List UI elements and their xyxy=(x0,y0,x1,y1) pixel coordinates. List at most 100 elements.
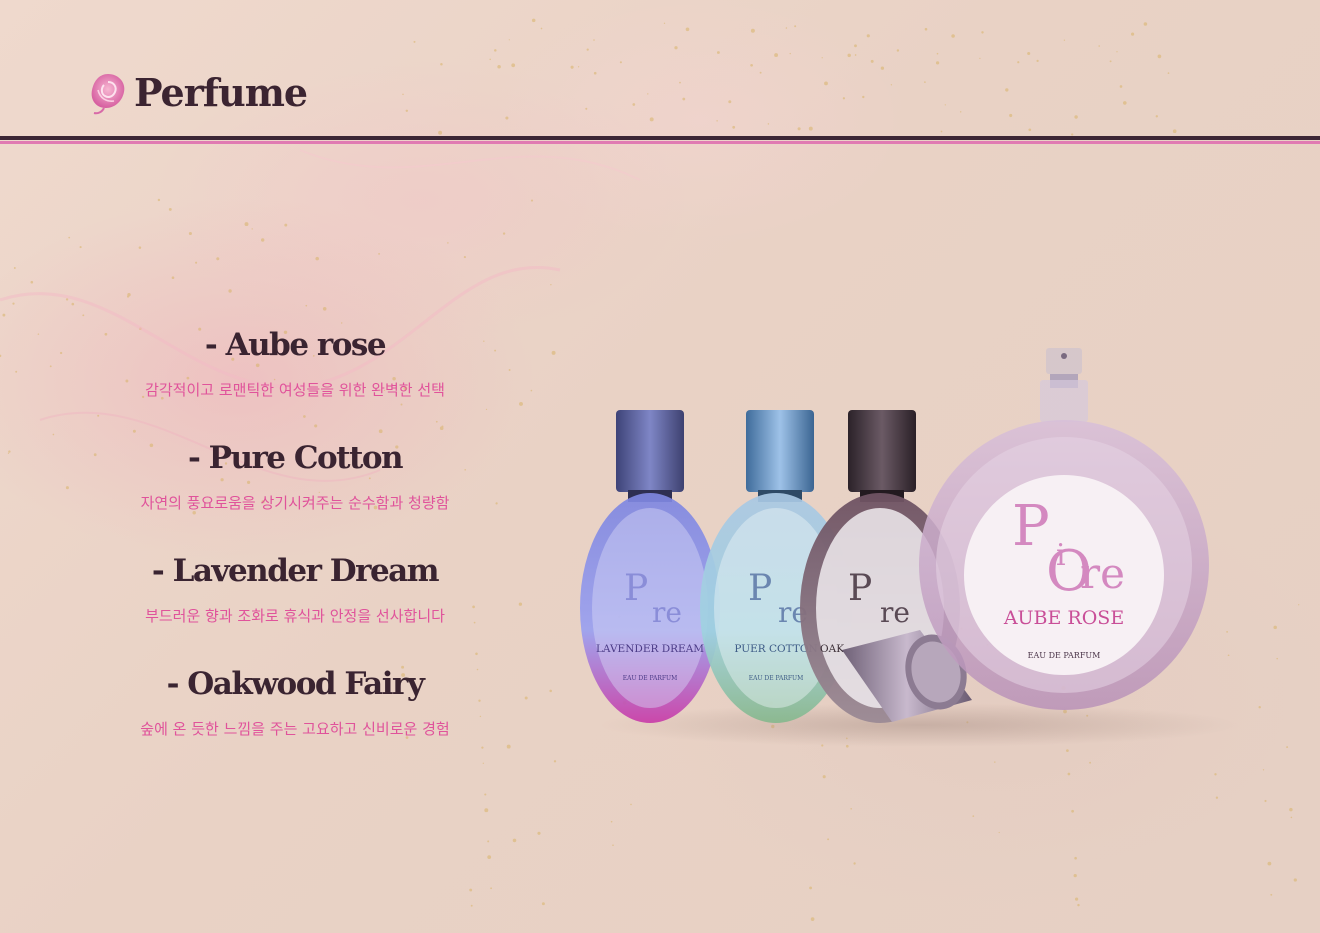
gold-speck xyxy=(244,222,249,227)
gold-speck xyxy=(487,855,492,859)
svg-text:P: P xyxy=(624,568,648,609)
gold-speck xyxy=(1258,705,1261,709)
gold-speck xyxy=(484,793,487,796)
gold-speck xyxy=(463,256,466,259)
gold-speck xyxy=(502,232,506,235)
product-name: - Oakwood Fairy xyxy=(166,666,425,702)
brand-name: Perfume xyxy=(134,69,308,115)
gold-speck xyxy=(530,199,534,202)
gold-speck xyxy=(512,838,517,843)
gold-speck xyxy=(1290,816,1293,819)
gold-speck xyxy=(260,238,265,242)
gold-speck xyxy=(822,775,826,779)
gold-speck xyxy=(68,236,71,239)
svg-text:EAU DE PARFUM: EAU DE PARFUM xyxy=(749,675,803,682)
gold-speck xyxy=(1074,897,1079,901)
gold-speck xyxy=(2,313,6,317)
product-description: 감각적이고 로맨틱한 여성들을 위한 완벽한 선택 xyxy=(145,381,445,399)
gold-speck xyxy=(524,696,528,700)
gold-speck xyxy=(322,306,327,311)
gold-speck xyxy=(994,761,996,763)
svg-text:EAU DE PARFUM: EAU DE PARFUM xyxy=(623,675,677,682)
gold-speck xyxy=(998,831,1000,834)
product-item: - Pure Cotton 자연의 풍요로움을 상기시켜주는 순수함과 청량함 xyxy=(90,433,500,546)
gold-speck xyxy=(126,295,130,298)
gold-speck xyxy=(487,840,490,843)
gold-speck xyxy=(549,689,552,693)
gold-speck xyxy=(1298,604,1300,606)
gold-speck xyxy=(1264,799,1267,803)
gold-speck xyxy=(1214,773,1217,776)
svg-text:EAU DE PARFUM: EAU DE PARFUM xyxy=(1028,651,1101,660)
gold-speck xyxy=(1267,861,1272,866)
gold-speck xyxy=(188,231,192,236)
gold-speck xyxy=(138,246,142,249)
product-name: - Lavender Dream xyxy=(151,553,440,589)
gold-speck xyxy=(630,803,632,806)
gold-speck xyxy=(7,452,10,454)
gold-speck xyxy=(157,198,161,202)
gold-speck xyxy=(1074,856,1077,860)
perfume-bottles-image: P re LAVENDER DREAM EAU DE PARFUM P re P… xyxy=(580,348,1240,747)
header-divider-pink xyxy=(0,141,1320,144)
gold-speck xyxy=(1089,761,1092,764)
svg-text:P: P xyxy=(1012,494,1050,559)
gold-speck xyxy=(506,744,511,749)
product-name: - Aube rose xyxy=(204,327,387,363)
gold-speck xyxy=(1293,878,1297,882)
product-name: - Pure Cotton xyxy=(187,440,404,476)
gold-speck xyxy=(551,350,556,355)
gold-speck xyxy=(82,314,85,317)
gold-speck xyxy=(8,450,11,453)
gold-speck xyxy=(553,760,557,763)
rose-icon xyxy=(91,74,125,115)
gold-speck xyxy=(541,902,545,906)
product-description: 숲에 온 듯한 느낌을 주는 고요하고 신비로운 경험 xyxy=(140,720,450,738)
aube-rose-bottle: P i O re AUBE ROSE EAU DE PARFUM xyxy=(919,348,1209,710)
gold-speck xyxy=(610,820,613,823)
gold-speck xyxy=(810,917,815,921)
page-header: Perfume xyxy=(0,0,1320,145)
gold-speck xyxy=(809,886,813,890)
gold-speck xyxy=(228,289,232,293)
gold-speck xyxy=(1077,903,1080,907)
gold-speck xyxy=(49,365,52,368)
svg-text:P: P xyxy=(848,568,872,609)
gold-speck xyxy=(59,351,63,355)
gold-speck xyxy=(0,354,2,358)
svg-text:P: P xyxy=(748,568,772,609)
gold-speck xyxy=(1286,746,1289,749)
gold-speck xyxy=(1273,625,1277,630)
gold-speck xyxy=(168,207,172,211)
gold-speck xyxy=(972,815,975,817)
gold-speck xyxy=(1276,657,1278,660)
gold-speck xyxy=(79,246,82,249)
gold-speck xyxy=(490,887,493,890)
svg-text:AUBE ROSE: AUBE ROSE xyxy=(1003,607,1124,629)
gold-speck xyxy=(171,276,175,280)
gold-speck xyxy=(71,302,75,306)
gold-speck xyxy=(537,831,541,835)
gold-speck xyxy=(447,242,449,244)
gold-speck xyxy=(1071,809,1074,813)
gold-speck xyxy=(1073,873,1077,878)
gold-speck xyxy=(1289,807,1293,812)
product-list: - Aube rose 감각적이고 로맨틱한 여성들을 위한 완벽한 선택 - … xyxy=(90,320,500,772)
gold-speck xyxy=(195,261,198,264)
gold-speck xyxy=(612,844,614,846)
product-item: - Aube rose 감각적이고 로맨틱한 여성들을 위한 완벽한 선택 xyxy=(90,320,500,433)
gold-speck xyxy=(469,888,473,892)
gold-speck xyxy=(305,304,308,307)
gold-speck xyxy=(484,808,489,813)
gold-speck xyxy=(850,808,852,810)
gold-speck xyxy=(65,486,69,490)
gold-speck xyxy=(52,433,55,436)
gold-speck xyxy=(1067,772,1071,776)
header-divider-dark xyxy=(0,136,1320,140)
gold-speck xyxy=(853,862,856,865)
gold-speck xyxy=(519,401,523,406)
svg-text:OAK: OAK xyxy=(820,643,844,655)
gold-speck xyxy=(1270,893,1273,896)
svg-text:re: re xyxy=(652,596,682,629)
product-description: 부드러운 향과 조화로 휴식과 안정을 선사합니다 xyxy=(145,607,445,625)
